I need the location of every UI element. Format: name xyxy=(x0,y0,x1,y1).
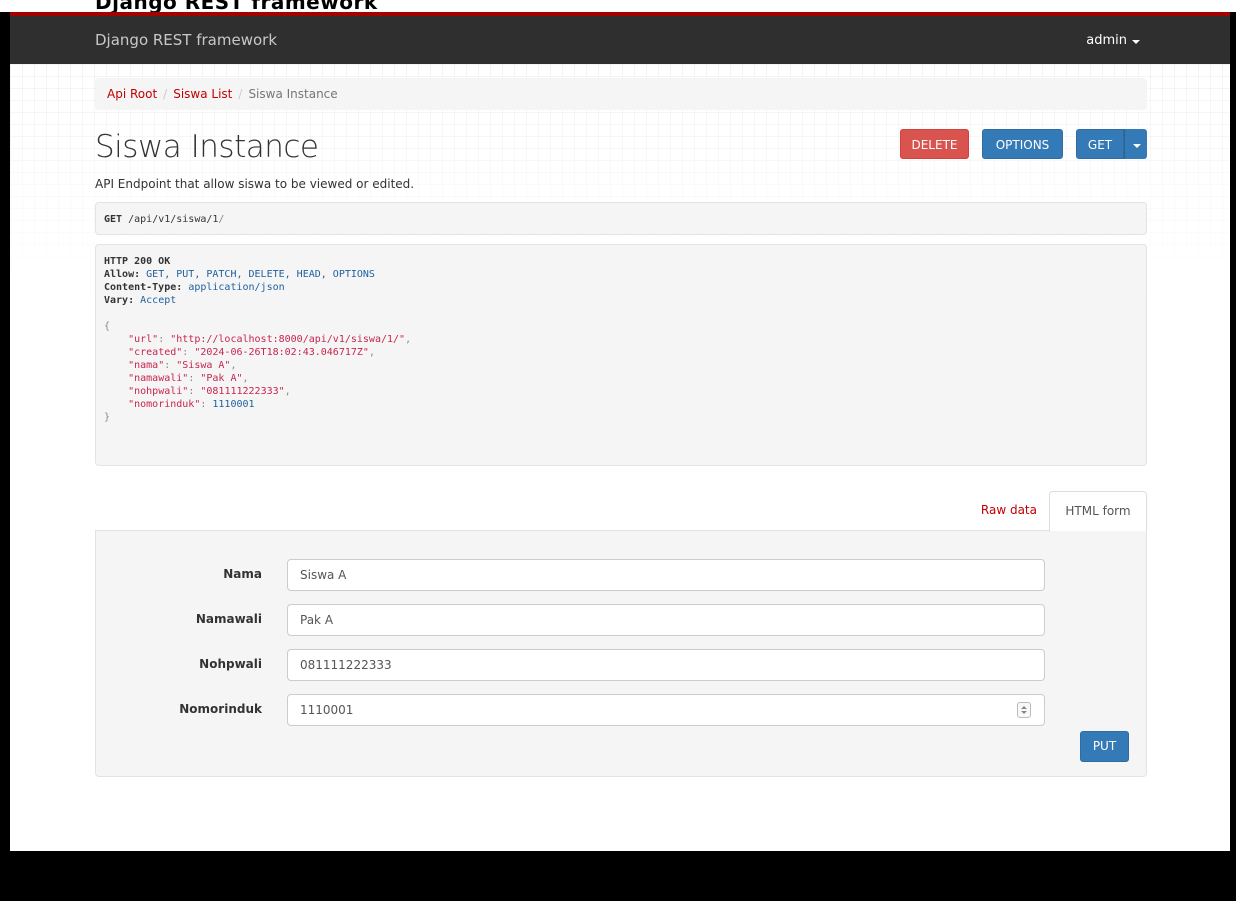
tab-html-form[interactable]: HTML form xyxy=(1049,491,1147,532)
browser-viewport: Django REST framework admin Api Root / Sis… xyxy=(10,12,1230,851)
caret-down-icon xyxy=(1132,39,1140,44)
nomorinduk-value: 1110001 xyxy=(300,703,354,717)
form-row-nama: Nama Siswa A xyxy=(96,559,1148,591)
request-path-segment: /1 xyxy=(206,214,219,225)
response-header-key: Content-Type: xyxy=(104,282,183,293)
request-path-segment: /api xyxy=(128,214,153,225)
namawali-input[interactable]: Pak A xyxy=(287,604,1045,636)
request-method: GET xyxy=(104,214,123,225)
response-header-key: Vary: xyxy=(104,295,135,306)
user-name: admin xyxy=(1086,33,1127,48)
field-label: Nomorinduk xyxy=(179,702,262,716)
json-value: "Pak A" xyxy=(200,373,243,384)
page-description: API Endpoint that allow siswa to be view… xyxy=(95,177,415,191)
json-open-brace: { xyxy=(104,321,111,332)
user-menu[interactable]: admin xyxy=(1086,33,1140,48)
html-form: Nama Siswa A Namawali Pak A Nohpwali 081… xyxy=(95,530,1147,777)
response-header-value: application/json xyxy=(188,282,285,293)
caret-down-icon xyxy=(1133,144,1141,148)
get-button[interactable]: GET xyxy=(1076,129,1124,159)
json-value[interactable]: "http://localhost:8000/api/v1/siswa/1/" xyxy=(170,334,405,345)
request-info: GET /api/v1/siswa/1/ xyxy=(95,202,1147,235)
tab-raw-data[interactable]: Raw data xyxy=(981,503,1037,517)
form-row-nohpwali: Nohpwali 081111222333 xyxy=(96,649,1148,681)
navbar: Django REST framework admin xyxy=(10,12,1230,64)
response-header-value: Accept xyxy=(140,295,177,306)
options-button[interactable]: OPTIONS xyxy=(982,129,1063,159)
field-label: Nama xyxy=(223,567,262,581)
request-path-segment: /v1 xyxy=(152,214,171,225)
field-label: Namawali xyxy=(195,612,262,626)
response-header-key: Allow: xyxy=(104,269,141,280)
breadcrumb-siswa-list[interactable]: Siswa List xyxy=(173,87,232,101)
nama-input[interactable]: Siswa A xyxy=(287,559,1045,591)
json-key: "url" xyxy=(128,334,159,345)
put-button[interactable]: PUT xyxy=(1080,731,1129,762)
response-status: HTTP 200 OK xyxy=(104,256,171,267)
breadcrumb-api-root[interactable]: Api Root xyxy=(107,87,157,101)
json-key: "nomorinduk" xyxy=(128,399,201,410)
field-label: Nohpwali xyxy=(199,657,262,671)
json-key: "created" xyxy=(128,347,183,358)
content-tabs: Raw data HTML form xyxy=(95,491,1147,532)
breadcrumb-current: Siswa Instance xyxy=(248,87,338,101)
navbar-brand[interactable]: Django REST framework xyxy=(95,31,277,49)
request-path-segment: /siswa xyxy=(170,214,207,225)
form-row-namawali: Namawali Pak A xyxy=(96,604,1148,636)
delete-button[interactable]: DELETE xyxy=(900,129,969,159)
nohpwali-input[interactable]: 081111222333 xyxy=(287,649,1045,681)
response-info: HTTP 200 OK Allow: GET, PUT, PATCH, DELE… xyxy=(95,244,1147,466)
response-header-value: GET, PUT, PATCH, DELETE, HEAD, OPTIONS xyxy=(146,269,375,280)
json-value: 1110001 xyxy=(212,399,255,410)
form-row-nomorinduk: Nomorinduk 1110001 xyxy=(96,694,1148,726)
json-key: "namawali" xyxy=(128,373,189,384)
request-path-segment: / xyxy=(218,214,225,225)
number-spinner-icon[interactable] xyxy=(1017,702,1031,718)
json-close-brace: } xyxy=(104,412,111,423)
breadcrumb-separator: / xyxy=(238,87,243,101)
breadcrumb-separator: / xyxy=(163,87,168,101)
json-value: "Siswa A" xyxy=(176,360,231,371)
json-value: "2024-06-26T18:02:43.046717Z" xyxy=(194,347,369,358)
nomorinduk-input[interactable]: 1110001 xyxy=(287,694,1045,726)
breadcrumb: Api Root / Siswa List / Siswa Instance xyxy=(95,78,1147,110)
json-key: "nama" xyxy=(128,360,165,371)
json-value: "081111222333" xyxy=(200,386,285,397)
page-title: Siswa Instance xyxy=(95,129,319,165)
get-format-dropdown[interactable] xyxy=(1124,129,1147,159)
json-key: "nohpwali" xyxy=(128,386,189,397)
top-strip: Django REST framework xyxy=(0,0,1236,14)
